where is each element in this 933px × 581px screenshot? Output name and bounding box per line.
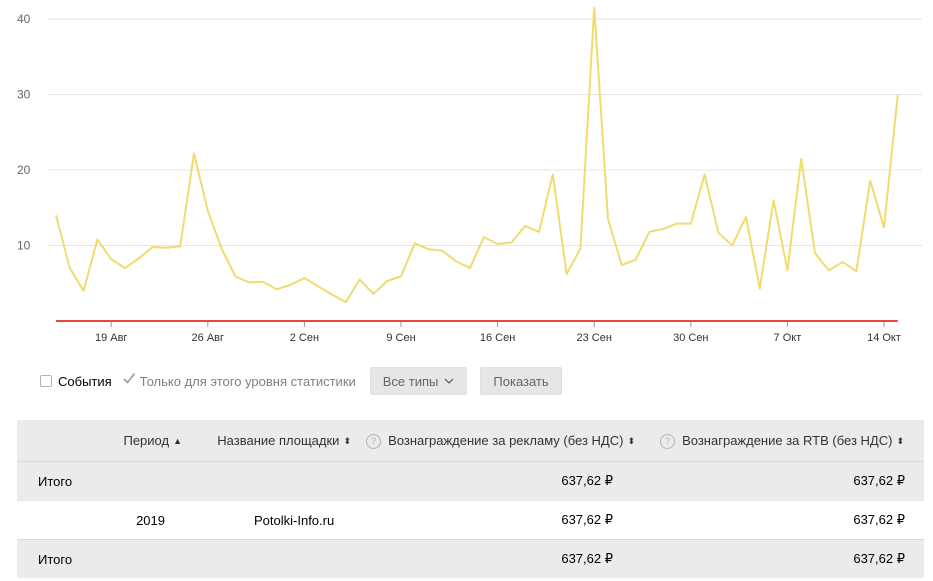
total-reward-ads: 637,62 ₽	[365, 461, 635, 501]
show-button-label: Показать	[493, 373, 549, 389]
x-tick-label: 2 Сен	[290, 332, 319, 344]
chevron-down-icon	[444, 378, 454, 384]
series-line	[55, 6, 899, 304]
total-label: Итого	[17, 539, 182, 578]
sort-icon: ⬍	[343, 436, 351, 446]
header-reward-rtb[interactable]: ? Вознаграждение за RTB (без НДС) ⬍	[635, 420, 924, 462]
x-tick-label: 23 Сен	[576, 332, 611, 344]
show-button[interactable]: Показать	[480, 367, 562, 395]
y-tick-label: 40	[17, 12, 31, 26]
header-reward-ads-label: Вознаграждение за рекламу (без НДС)	[388, 432, 624, 448]
level-only-checkbox[interactable]: Только для этого уровня статистики	[122, 373, 356, 389]
table-header-row: Период ▲ Название площадки ⬍ ? Вознагражден…	[17, 420, 924, 462]
header-reward-rtb-label: Вознаграждение за RTB (без НДС)	[682, 432, 893, 448]
types-dropdown-label: Все типы	[382, 373, 439, 389]
x-tick-label: 19 Авг	[95, 332, 127, 344]
help-icon[interactable]: ?	[366, 433, 382, 449]
sort-icon: ⬍	[896, 435, 904, 446]
sort-asc-icon: ▲	[173, 436, 182, 446]
total-row-top: Итого 637,62 ₽ 637,62 ₽	[17, 461, 924, 501]
header-period-label: Период	[123, 433, 170, 448]
total-reward-rtb: 637,62 ₽	[635, 539, 924, 578]
level-only-label: Только для этого уровня статистики	[139, 373, 356, 389]
line-chart: 10 20 30 40 19 Авг 26 Авг 2 Сен 9 Сен 16 Сен 23 …	[17, 6, 922, 344]
chart-controls: События Только для этого уровня статисти…	[40, 367, 575, 395]
row-reward-rtb: 637,62 ₽	[635, 500, 924, 540]
header-reward-ads[interactable]: ? Вознаграждение за рекламу (без НДС) ⬍	[365, 420, 635, 462]
events-label: События	[58, 373, 112, 389]
header-site[interactable]: Название площадки ⬍	[182, 420, 365, 462]
header-site-label: Название площадки	[217, 433, 340, 448]
chart-grid	[48, 18, 922, 246]
total-reward-rtb: 637,62 ₽	[635, 461, 924, 501]
row-site: Potolki-Info.ru	[182, 500, 365, 540]
checkmark-icon	[123, 373, 135, 384]
x-axis-ticks: 19 Авг 26 Авг 2 Сен 9 Сен 16 Сен 23 Сен 30 Сен…	[95, 322, 901, 344]
x-tick-label: 14 Окт	[867, 332, 901, 344]
stats-table: Период ▲ Название площадки ⬍ ? Вознагражден…	[17, 420, 924, 578]
row-reward-ads: 637,62 ₽	[365, 500, 635, 540]
types-dropdown[interactable]: Все типы	[369, 367, 468, 395]
x-tick-label: 7 Окт	[774, 332, 802, 344]
total-label: Итого	[17, 461, 182, 501]
events-checkbox-box[interactable]	[40, 375, 52, 387]
chart-series	[55, 6, 899, 322]
x-tick-label: 30 Сен	[673, 332, 708, 344]
events-checkbox[interactable]: События	[40, 374, 112, 389]
x-tick-label: 26 Авг	[192, 332, 224, 344]
y-tick-label: 20	[17, 163, 31, 177]
x-tick-label: 9 Сен	[386, 332, 415, 344]
sort-icon: ⬍	[627, 435, 635, 446]
row-period: 2019	[17, 500, 182, 540]
x-tick-label: 16 Сен	[480, 332, 515, 344]
y-tick-label: 30	[17, 88, 31, 102]
help-icon[interactable]: ?	[660, 433, 676, 449]
total-reward-ads: 637,62 ₽	[365, 539, 635, 578]
total-row-bottom: Итого 637,62 ₽ 637,62 ₽	[17, 539, 924, 578]
y-axis-ticks: 10 20 30 40	[17, 12, 31, 253]
header-period[interactable]: Период ▲	[17, 420, 182, 462]
table-row: 2019 Potolki-Info.ru 637,62 ₽ 637,62 ₽	[17, 500, 924, 540]
y-tick-label: 10	[17, 239, 31, 253]
